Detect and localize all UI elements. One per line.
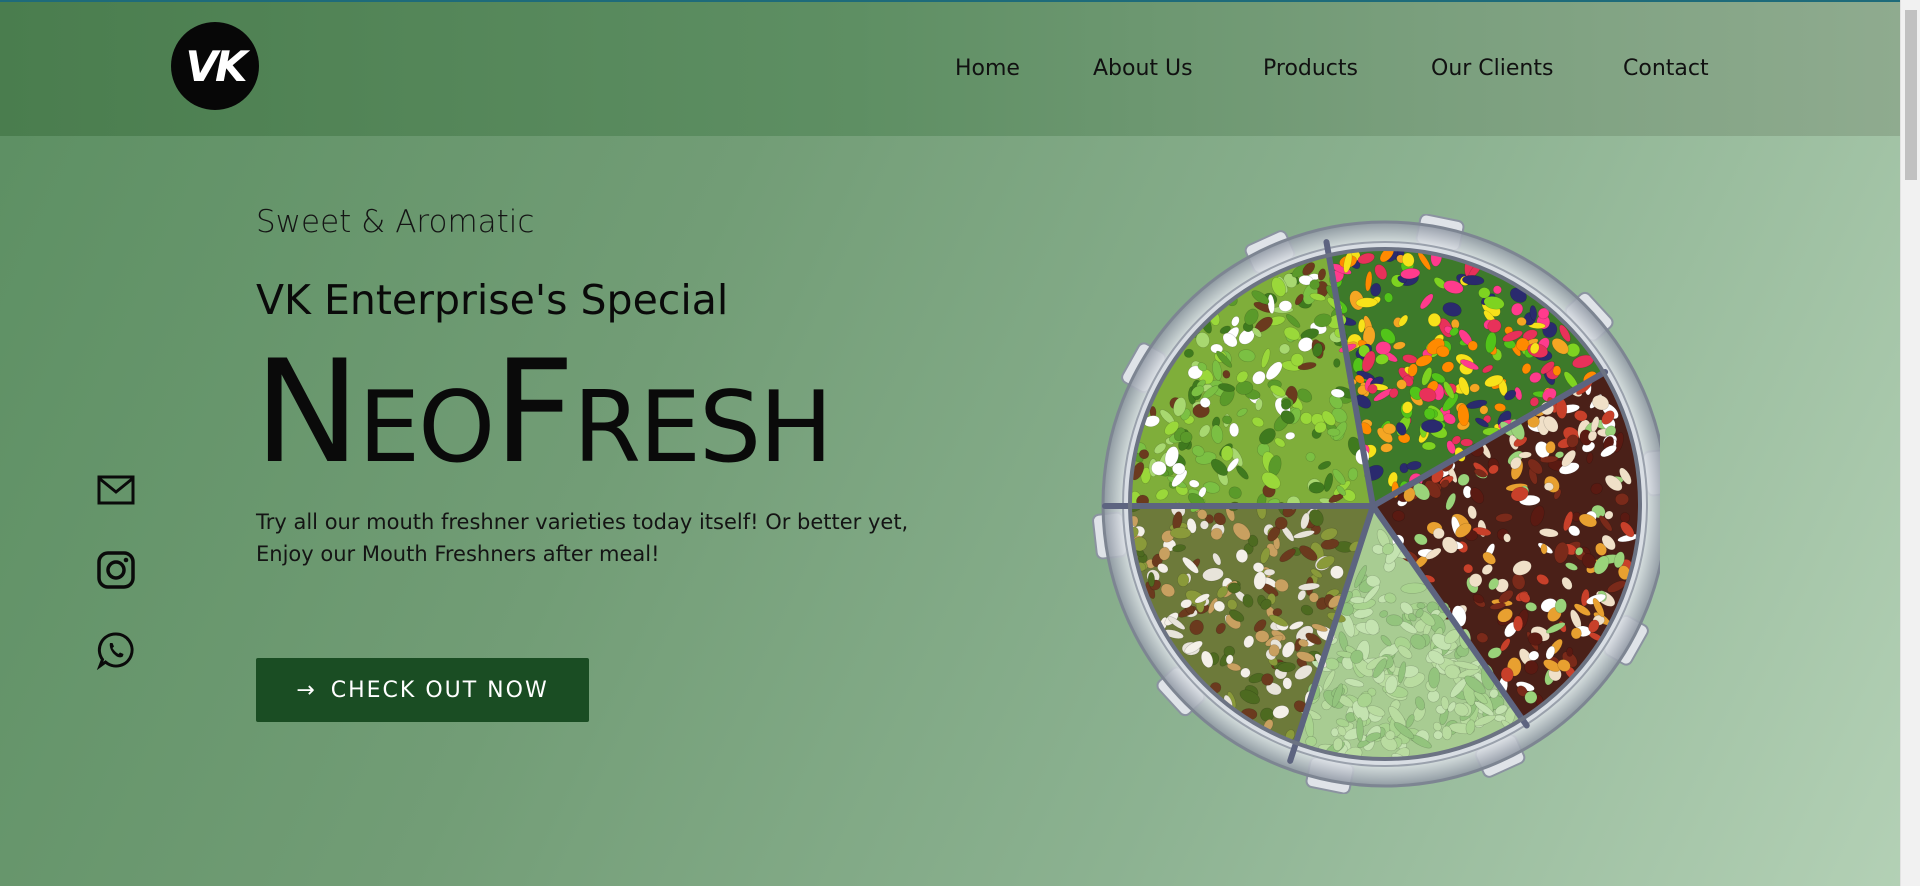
hero-subtitle: VK Enterprise's Special — [256, 276, 729, 324]
hero-title-part-2: EO — [358, 371, 495, 485]
hero-eyebrow: Sweet & Aromatic — [256, 204, 535, 240]
hero-description-line-2: Enjoy our Mouth Freshners after meal! — [256, 542, 660, 566]
hero-title-part-4: RESH — [572, 371, 833, 485]
site-header: VK Home About Us Products Our Clients Co… — [0, 2, 1900, 136]
nav-our-clients[interactable]: Our Clients — [1431, 56, 1553, 81]
hero-title-part-1: N — [254, 330, 360, 495]
hero-description-line-1: Try all our mouth freshner varieties tod… — [256, 510, 909, 534]
hero-title: N EO F RESH — [254, 330, 833, 495]
main-nav: Home About Us Products Our Clients Conta… — [0, 56, 1900, 86]
nav-home[interactable]: Home — [955, 56, 1020, 81]
page-scrollbar[interactable] — [1900, 0, 1920, 886]
check-out-now-button[interactable]: → CHECK OUT NOW — [256, 658, 589, 722]
hero-description: Try all our mouth freshner varieties tod… — [256, 506, 936, 570]
whatsapp-icon[interactable] — [96, 630, 136, 671]
mouth-freshener-platter-image — [1090, 213, 1678, 795]
arrow-right-icon: → — [296, 677, 317, 703]
hero-title-part-3: F — [493, 330, 575, 495]
instagram-icon[interactable] — [96, 550, 136, 590]
cta-label: CHECK OUT NOW — [330, 677, 549, 703]
nav-about-us[interactable]: About Us — [1093, 56, 1193, 81]
nav-contact[interactable]: Contact — [1623, 56, 1709, 81]
mail-icon[interactable] — [96, 470, 136, 510]
nav-products[interactable]: Products — [1263, 56, 1358, 81]
scrollbar-thumb[interactable] — [1905, 10, 1917, 180]
